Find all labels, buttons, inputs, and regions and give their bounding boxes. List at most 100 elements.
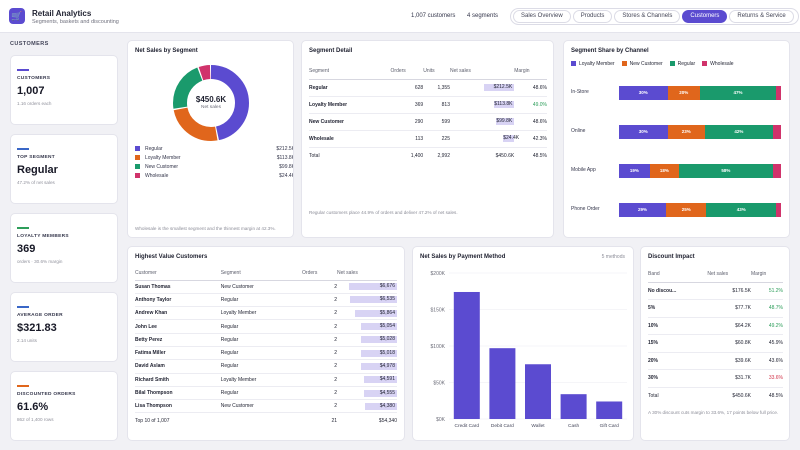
methods-badge: 5 methods [601,254,625,260]
total-units: 2,992 [423,146,450,164]
table-row[interactable]: Anthony Taylor Regular 2 $6,535 [135,293,397,308]
bar-segment[interactable]: 30% [619,125,668,139]
col-units: Units [423,64,450,80]
cell-margin: 49.2% [750,317,783,335]
cell-segment: New Customer [309,113,391,131]
bar-segment[interactable]: 29% [619,203,666,217]
cell-orders: 290 [390,113,424,131]
cart-icon[interactable]: 🛒 [9,8,25,24]
payment-method-panel: Net Sales by Payment Method 5 methods $0… [412,246,634,441]
table-row[interactable]: Regular 628 1,355 $212.5K 48.6% [309,79,547,97]
kpi-label: CUSTOMERS [17,76,51,81]
cell-orders: 113 [390,130,424,148]
cell-orders: 2 [302,293,337,308]
legend-item: Loyalty Member $113.8K [135,155,293,161]
tab-customers[interactable]: Customers [682,10,728,23]
bar-cash[interactable] [560,394,587,419]
table-row[interactable]: Wholesale 113 225 $24.4K 42.3% [309,130,547,148]
kpi-label: DISCOUNTED ORDERS [17,392,76,397]
bar-segment[interactable] [772,164,781,178]
table-row[interactable]: John Lee Regular 2 $5,054 [135,319,397,334]
table-row[interactable]: David Aslam Regular 2 $4,978 [135,359,397,374]
cell-units: 813 [423,96,450,114]
table-row[interactable]: 5% $77.7K 48.7% [648,299,783,318]
bar-segment[interactable]: 43% [706,203,777,217]
bar-segment[interactable]: 18% [649,164,679,178]
cell-customer: Betty Perez [135,333,221,347]
cell-segment: Loyalty Member [220,306,303,321]
table-row[interactable]: New Customer 290 599 $99.8K 48.6% [309,113,547,131]
bar-segment[interactable]: 30% [619,86,668,100]
bar-wallet[interactable] [525,364,551,419]
cell-net-sales: $77.7K [707,299,751,318]
table-row[interactable]: Bilal Thompson Regular 2 $4,555 [135,386,397,401]
tab-products[interactable]: Products [572,10,613,23]
cell-orders: 628 [390,79,424,97]
tab-returns-service[interactable]: Returns & Service [729,10,794,23]
cell-net-sales: $24.4K [450,130,519,148]
bar-segment[interactable]: 19% [619,164,650,178]
table-row[interactable]: 10% $64.2K 49.2% [648,317,783,335]
table-row[interactable]: Lisa Thompson New Customer 2 $4,380 [135,399,397,414]
cell-orders: 2 [302,306,337,321]
kpi-card-discounted-orders: DISCOUNTED ORDERS 61.6% 862 of 1,400 rows [10,371,118,441]
channel-row: Mobile App 19% 18% 58% [571,164,781,178]
cell-net-sales: $99.8K [450,113,515,131]
kpi-accent-bar [17,227,29,229]
cell-net-sales: $5,018 [337,346,397,361]
cell-customer: Bilal Thompson [135,386,221,401]
net-sales-bar: $4,591 [364,376,397,384]
net-sales-by-segment-panel: Net Sales by Segment $450.6K Net sales R… [127,40,294,238]
table-row[interactable]: 20% $39.6K 43.6% [648,352,783,370]
customers-table: Customer Segment Orders Net sales Susan … [135,267,397,429]
bar-segment[interactable]: 23% [667,125,705,139]
legend-value: $99.8K [279,164,294,170]
bar-segment[interactable]: 25% [665,203,707,217]
table-row[interactable]: Loyalty Member 369 813 $113.8K 49.0% [309,96,547,114]
table-row[interactable]: Richard Smith Loyalty Member 2 $4,591 [135,373,397,387]
cell-orders: 2 [302,386,337,401]
table-row[interactable]: Fatima Miller Regular 2 $5,018 [135,346,397,361]
net-sales-bar: $6,535 [350,296,397,304]
tab-stores-channels[interactable]: Stores & Channels [614,10,681,23]
sidebar-heading: CUSTOMERS [10,41,49,47]
cell-segment: Loyalty Member [220,373,303,387]
cell-band: 15% [648,334,708,353]
cell-net-sales: $4,591 [337,373,397,387]
kpi-value: Regular [17,164,58,176]
table-row[interactable]: Betty Perez Regular 2 $5,028 [135,333,397,347]
bar-debit-card[interactable] [489,348,516,419]
table-row[interactable]: Susan Thomas New Customer 2 $6,676 [135,280,397,294]
bar-segment[interactable] [772,125,781,139]
table-row[interactable]: 15% $60.8K 45.9% [648,334,783,353]
app-subtitle: Segments, baskets and discounting [32,19,119,25]
footer-orders: 21 [302,412,337,429]
net-sales-bar: $99.8K [496,118,515,125]
y-tick-label: $150K [431,308,446,314]
table-row[interactable]: Andrew Khan Loyalty Member 2 $5,864 [135,306,397,321]
bar-segment[interactable]: 42% [704,125,773,139]
channel-row: In-Store 30% 20% 47% [571,86,781,100]
bar-segment[interactable]: 58% [678,164,773,178]
cell-orders: 2 [302,359,337,374]
kpi-card-top-segment: TOP SEGMENT Regular 47.2% of net sales [10,134,118,204]
channel-label: Mobile App [571,167,596,173]
bar-segment[interactable] [776,86,781,100]
col-net-sales: Net sales [450,64,515,80]
segment-note: Wholesale is the smallest segment and th… [135,226,276,231]
bar-gift-card[interactable] [596,401,623,419]
legend-item: Regular $212.5K [135,146,293,152]
bar-segment[interactable] [776,203,781,217]
tab-sales-overview[interactable]: Sales Overview [513,10,571,23]
bar-segment[interactable]: 20% [667,86,700,100]
y-tick-label: $0K [436,417,446,423]
table-row[interactable]: No discou... $176.5K 51.2% [648,282,783,300]
cell-units: 225 [423,130,450,148]
legend-item: Regular [669,61,695,67]
legend-swatch [135,164,140,170]
bar-segment[interactable]: 47% [699,86,777,100]
cell-margin: 51.2% [750,282,783,300]
col-segment: Segment [220,267,303,281]
table-row[interactable]: 30% $31.7K 33.6% [648,369,783,388]
bar-credit-card[interactable] [453,291,480,419]
